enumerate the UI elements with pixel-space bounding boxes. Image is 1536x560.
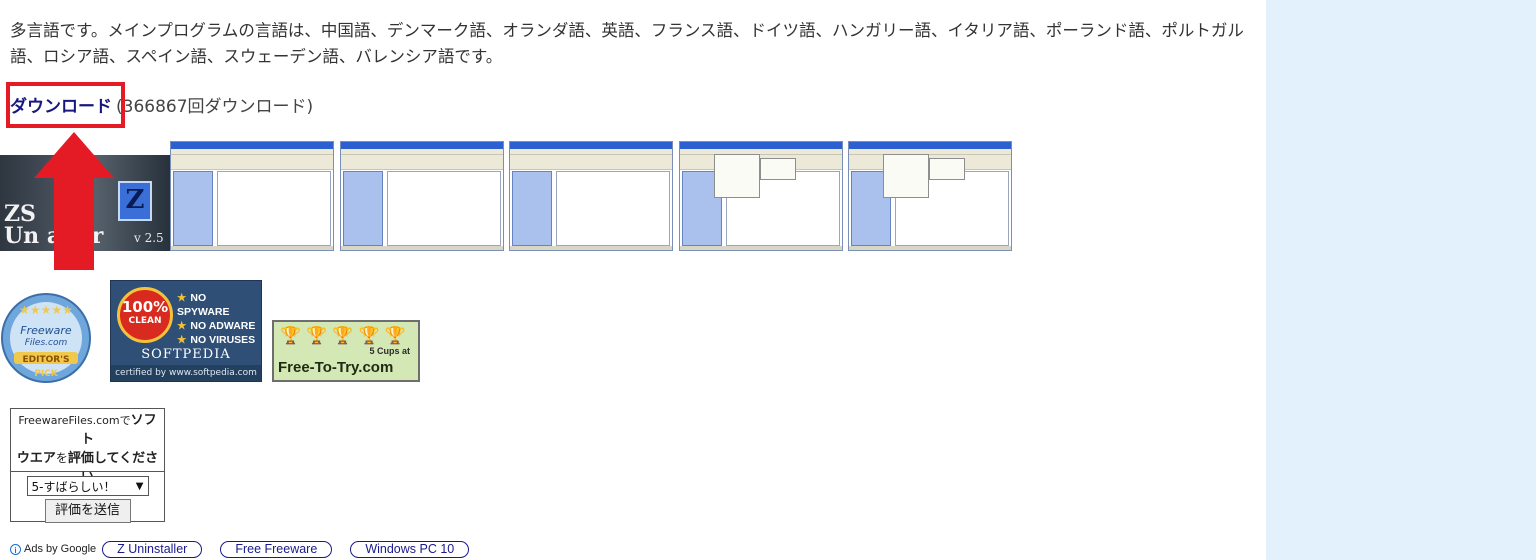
- rating-select[interactable]: 5-すばらしい！ ▼: [26, 476, 149, 496]
- download-count: (366867回ダウンロード): [116, 97, 314, 117]
- submit-rating-button[interactable]: 評価を送信: [44, 499, 131, 523]
- screenshot-thumbnail[interactable]: [509, 141, 673, 251]
- freewarefiles-editors-pick-badge[interactable]: ★★★★★ Freeware Files.com EDITOR'S PICK: [0, 292, 92, 384]
- svg-text:★★★★★: ★★★★★: [19, 303, 73, 317]
- rating-widget: FreewareFiles.comでソフト ウエアを評価してくださ い 5-すば…: [10, 408, 165, 523]
- right-sidebar-panel: [1266, 0, 1536, 560]
- softpedia-claim: NO VIRUSES: [190, 334, 256, 346]
- screenshot-thumbnail[interactable]: [340, 141, 504, 251]
- trophy-cups-icon: 🏆🏆🏆🏆🏆: [280, 326, 411, 345]
- languages-description: 多言語です。メインプログラムの言語は、中国語、デンマーク語、オランダ語、英語、フ…: [10, 21, 1244, 66]
- softpedia-claims: ★ NO SPYWARE ★ NO ADWARE ★ NO VIRUSES: [177, 291, 261, 347]
- ad-link[interactable]: Z Uninstaller: [102, 540, 203, 558]
- window-list: [217, 171, 331, 246]
- info-icon[interactable]: i: [10, 543, 21, 555]
- ads-by-google-row: i Ads by Google Z Uninstaller Free Freew…: [10, 540, 487, 558]
- free-to-try-badge[interactable]: 🏆🏆🏆🏆🏆 5 Cups at Free-To-Try.com: [272, 320, 420, 382]
- star-icon: ★: [177, 320, 187, 332]
- window-toolbar: [341, 155, 503, 170]
- ad-link[interactable]: Free Freeware: [220, 540, 333, 558]
- screenshot-thumbnail[interactable]: [848, 141, 1012, 251]
- window-context-menu: [883, 154, 929, 198]
- softpedia-clean-badge[interactable]: 100% CLEAN ★ NO SPYWARE ★ NO ADWARE ★ NO VI…: [110, 280, 262, 382]
- screenshot-thumbnail[interactable]: [170, 141, 334, 251]
- rating-divider: [11, 471, 164, 472]
- star-icon: ★: [177, 334, 187, 346]
- window-sidebar: [343, 171, 383, 246]
- rating-title-particle: を: [55, 451, 68, 465]
- free-to-try-cups-label: 5 Cups at: [369, 346, 410, 356]
- ad-link[interactable]: Windows PC 10: [350, 540, 470, 558]
- arrow-up-icon: [34, 132, 114, 270]
- splash-version: v 2.5: [134, 231, 164, 245]
- window-context-menu: [714, 154, 760, 198]
- free-to-try-name: Free-To-Try.com: [278, 359, 394, 376]
- window-statusbar: [510, 246, 672, 250]
- splash-logo: Z: [118, 181, 152, 221]
- window-statusbar: [849, 246, 1011, 250]
- window-toolbar: [510, 155, 672, 170]
- rating-title-bold: ウエア: [16, 451, 56, 466]
- download-highlight-box: [6, 82, 125, 128]
- screenshot-thumbnail[interactable]: [679, 141, 843, 251]
- window-titlebar: [510, 142, 672, 149]
- window-sidebar: [173, 171, 213, 246]
- freeware-badge-line2: Files.com: [25, 338, 68, 348]
- softpedia-name: SOFTPEDIA: [141, 347, 231, 362]
- rating-site: FreewareFiles.comで: [18, 414, 131, 427]
- softpedia-claim: NO ADWARE: [190, 320, 256, 332]
- window-list: [556, 171, 670, 246]
- window-statusbar: [680, 246, 842, 250]
- freeware-badge-line1: Freeware: [20, 324, 72, 337]
- window-titlebar: [341, 142, 503, 149]
- rating-title-bold: 評価してくださ: [67, 451, 159, 466]
- softpedia-percent: 100%: [121, 298, 169, 316]
- rating-title: FreewareFiles.comでソフト ウエアを評価してくださ い: [11, 409, 164, 485]
- window-titlebar: [849, 142, 1011, 149]
- window-toolbar: [171, 155, 333, 170]
- window-statusbar: [171, 246, 333, 250]
- freeware-badge-line4: PICK: [34, 369, 59, 379]
- softpedia-clean-seal: 100% CLEAN: [117, 287, 173, 343]
- window-list: [387, 171, 501, 246]
- window-sidebar: [512, 171, 552, 246]
- ads-label: Ads by Google: [24, 543, 97, 555]
- rating-selected-value: 5-すばらしい！: [31, 479, 116, 494]
- window-submenu: [929, 158, 965, 180]
- freeware-badge-line3: EDITOR'S: [23, 355, 70, 365]
- chevron-down-icon: ▼: [135, 480, 144, 492]
- window-titlebar: [171, 142, 333, 149]
- softpedia-clean-label: CLEAN: [128, 316, 162, 326]
- softpedia-certified: certified by www.softpedia.com: [111, 365, 261, 381]
- window-titlebar: [680, 142, 842, 149]
- window-submenu: [760, 158, 796, 180]
- star-icon: ★: [177, 292, 187, 304]
- window-statusbar: [341, 246, 503, 250]
